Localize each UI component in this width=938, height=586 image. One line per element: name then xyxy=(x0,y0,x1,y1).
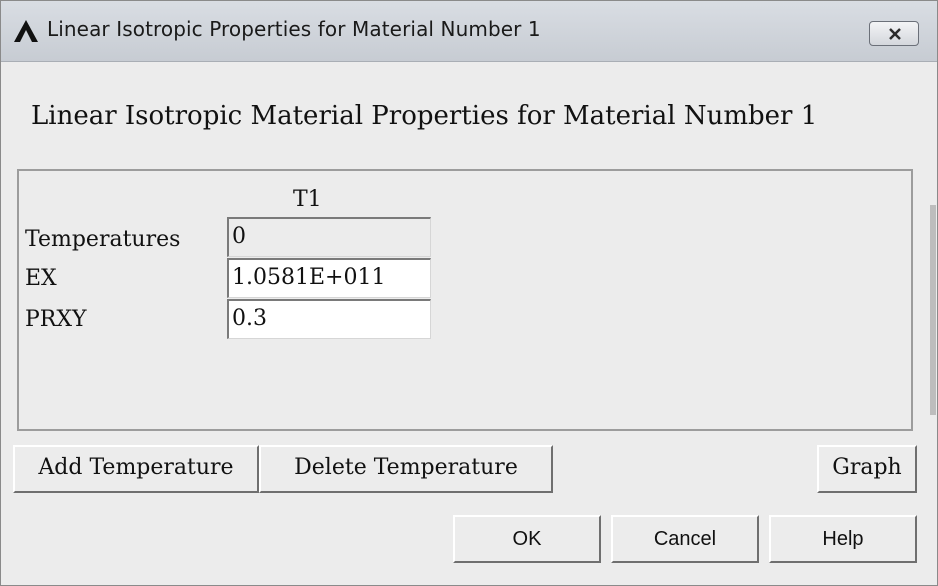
row-label-temperatures: Temperatures xyxy=(25,227,181,252)
dialog-window: Linear Isotropic Properties for Material… xyxy=(0,0,938,586)
title-bar[interactable]: Linear Isotropic Properties for Material… xyxy=(1,1,937,62)
ok-button[interactable]: OK xyxy=(453,515,601,563)
close-icon xyxy=(889,28,901,40)
column-header-t1: T1 xyxy=(293,187,322,212)
temperatures-field[interactable]: 0 xyxy=(227,217,431,257)
prxy-field[interactable]: 0.3 xyxy=(227,299,431,339)
delete-temperature-button[interactable]: Delete Temperature xyxy=(259,445,553,493)
ex-field[interactable]: 1.0581E+011 xyxy=(227,258,431,298)
row-label-ex: EX xyxy=(25,266,57,291)
help-button[interactable]: Help xyxy=(769,515,917,563)
cancel-button[interactable]: Cancel xyxy=(611,515,759,563)
window-title: Linear Isotropic Properties for Material… xyxy=(47,17,541,41)
dialog-heading: Linear Isotropic Material Properties for… xyxy=(31,101,818,131)
add-temperature-button[interactable]: Add Temperature xyxy=(13,445,259,493)
properties-table-panel xyxy=(17,169,913,431)
ansys-logo-icon xyxy=(13,19,39,43)
close-button[interactable] xyxy=(869,21,919,46)
row-label-prxy: PRXY xyxy=(25,307,87,332)
graph-button[interactable]: Graph xyxy=(817,445,917,493)
window-edge xyxy=(930,205,936,415)
